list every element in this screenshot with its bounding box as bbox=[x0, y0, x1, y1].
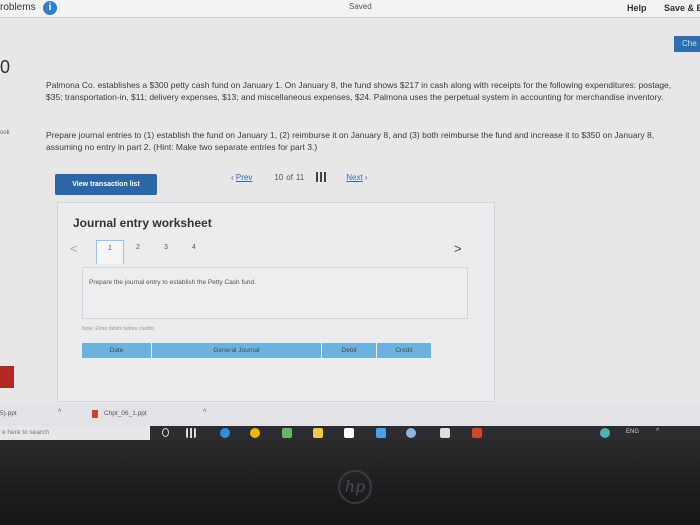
infinity-icon[interactable] bbox=[406, 428, 416, 438]
info-icon[interactable]: i bbox=[43, 1, 57, 15]
ebook-label[interactable]: ook bbox=[0, 130, 10, 136]
mail-icon[interactable] bbox=[440, 428, 450, 438]
column-debit: Debit bbox=[322, 343, 377, 358]
task-view-icon[interactable] bbox=[186, 428, 196, 438]
tray-chevron-up-icon[interactable]: ^ bbox=[656, 428, 659, 435]
pager-current: 10 bbox=[274, 172, 284, 182]
chevron-up-icon[interactable]: ^ bbox=[203, 409, 206, 416]
problem-instructions: Prepare journal entries to (1) establish… bbox=[46, 130, 655, 152]
windows-taskbar: e here to search ENG ^ bbox=[0, 426, 700, 440]
chrome-icon[interactable] bbox=[250, 428, 260, 438]
microphone-icon[interactable] bbox=[162, 428, 169, 437]
worksheet-title: Journal entry worksheet bbox=[73, 216, 212, 230]
step-tab-3[interactable]: 3 bbox=[152, 240, 180, 263]
journal-table-header: Date General Journal Debit Credit bbox=[82, 343, 432, 358]
taskbar-search-input[interactable]: e here to search bbox=[0, 426, 150, 440]
task-description: Prepare the journal entry to establish t… bbox=[89, 279, 256, 286]
step-tab-2[interactable]: 2 bbox=[124, 240, 152, 263]
task-panel: Prepare the journal entry to establish t… bbox=[82, 267, 468, 319]
download-file-2[interactable]: Chpt_06_1.ppt bbox=[104, 410, 147, 417]
tray-language[interactable]: ENG bbox=[626, 429, 639, 435]
saved-status: Saved bbox=[349, 2, 372, 11]
view-transaction-list-button[interactable]: View transaction list bbox=[55, 174, 157, 195]
worksheet-next-arrow-icon[interactable]: > bbox=[454, 241, 462, 256]
pager-next-icon[interactable]: › bbox=[363, 173, 368, 182]
pager-total: 11 bbox=[295, 172, 305, 182]
column-general-journal: General Journal bbox=[152, 343, 322, 358]
problems-label: roblems bbox=[0, 2, 36, 13]
powerpoint-icon bbox=[92, 410, 98, 418]
question-pager: ‹ Prev 10 of 11 Next › bbox=[231, 172, 368, 182]
check-my-work-button[interactable]: Che bbox=[674, 36, 700, 52]
column-credit: Credit bbox=[377, 343, 432, 358]
step-tab-4[interactable]: 4 bbox=[180, 240, 208, 263]
grid-icon[interactable] bbox=[316, 172, 327, 182]
sidebar-app-icon[interactable] bbox=[0, 366, 14, 388]
journal-entry-worksheet: Journal entry worksheet < 1 2 3 4 > Prep… bbox=[57, 202, 495, 402]
step-tabs: 1 2 3 4 bbox=[96, 240, 208, 264]
column-date: Date bbox=[82, 343, 152, 358]
edge-icon[interactable] bbox=[220, 428, 230, 438]
browser-screen: roblems i Saved Help Save & E Che 0 ook … bbox=[0, 0, 700, 440]
save-exit-button[interactable]: Save & E bbox=[664, 3, 700, 13]
file-explorer-icon[interactable] bbox=[313, 428, 323, 438]
help-link[interactable]: Help bbox=[627, 3, 647, 13]
powerpoint-icon[interactable] bbox=[472, 428, 482, 438]
step-tab-1[interactable]: 1 bbox=[96, 240, 124, 264]
entry-note: Note: Enter debits before credits. bbox=[82, 326, 156, 332]
app-icon[interactable] bbox=[282, 428, 292, 438]
chevron-up-icon[interactable]: ^ bbox=[58, 409, 61, 416]
top-bar: roblems i Saved Help Save & E bbox=[0, 0, 700, 18]
pager-of: of bbox=[286, 172, 293, 182]
download-bar: 5).ppt ^ Chpt_06_1.ppt ^ bbox=[0, 404, 700, 426]
dropbox-icon[interactable] bbox=[376, 428, 386, 438]
amazon-icon[interactable] bbox=[344, 428, 354, 438]
pager-prev-link[interactable]: Prev bbox=[236, 173, 252, 182]
tray-app-icon[interactable] bbox=[600, 428, 610, 438]
question-number: 0 bbox=[0, 57, 11, 77]
worksheet-prev-arrow-icon[interactable]: < bbox=[70, 241, 78, 256]
pager-next-link[interactable]: Next bbox=[346, 173, 362, 182]
problem-statement: Palmona Co. establishes a $300 petty cas… bbox=[46, 80, 672, 102]
hp-logo-icon: hp bbox=[338, 470, 372, 504]
download-file-1[interactable]: 5).ppt bbox=[0, 410, 17, 417]
